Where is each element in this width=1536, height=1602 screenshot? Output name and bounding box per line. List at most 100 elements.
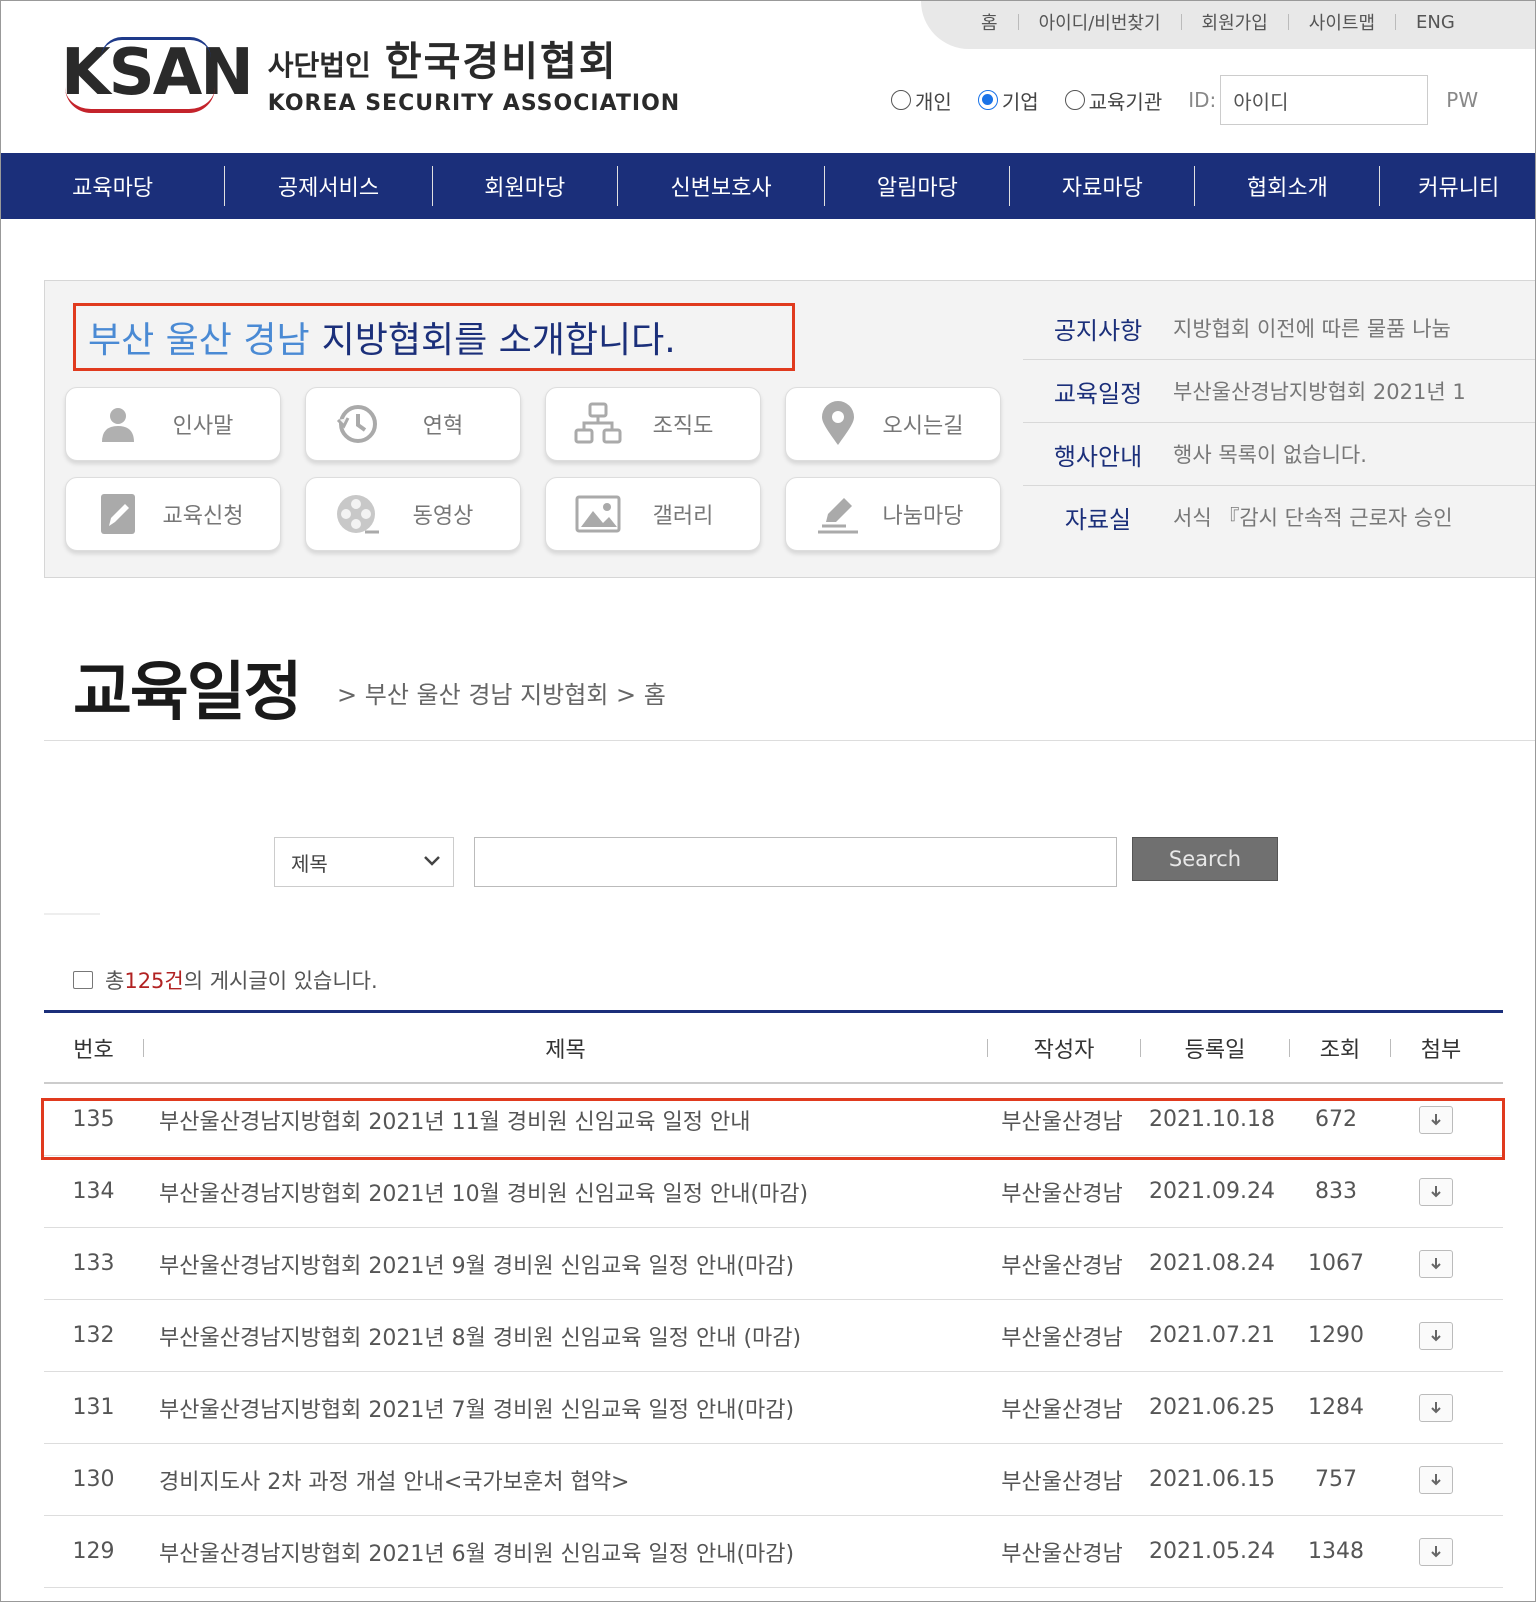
table-row[interactable]: 131 부산울산경남지방협회 2021년 7월 경비원 신임교육 일정 안내(마… — [44, 1372, 1503, 1444]
member-type-company[interactable]: 기업 — [977, 86, 1039, 115]
news-category: 공지사항 — [1053, 316, 1143, 345]
row-title-link[interactable]: 부산울산경남지방협회 2021년 7월 경비원 신임교육 일정 안내(마감) — [143, 1392, 986, 1424]
person-icon — [94, 400, 142, 448]
quick-button-label: 조직도 — [652, 414, 714, 439]
news-item[interactable]: 교육일정 부산울산경남지방협회 2021년 1 — [1023, 360, 1535, 423]
row-title-link[interactable]: 경비지도사 2차 과정 개설 안내<국가보훈처 협약> — [143, 1464, 986, 1496]
row-date: 2021.07.21 — [1149, 1323, 1275, 1348]
radio-checked-icon — [977, 90, 998, 110]
download-icon[interactable] — [1419, 1537, 1453, 1566]
quick-button-gallery[interactable]: 갤러리 — [545, 477, 761, 551]
download-icon[interactable] — [1419, 1465, 1453, 1494]
table-row[interactable]: 133 부산울산경남지방협회 2021년 9월 경비원 신임교육 일정 안내(마… — [44, 1228, 1503, 1300]
quick-button-label: 오시는길 — [882, 414, 964, 439]
quick-button-history[interactable]: 연혁 — [305, 387, 521, 461]
member-type-personal[interactable]: 개인 — [891, 86, 952, 115]
intro-title-region: 부산 울산 경남 — [88, 320, 310, 361]
news-item[interactable]: 공지사항 지방협회 이전에 따른 물품 나눔 — [1023, 297, 1535, 360]
row-number: 134 — [72, 1179, 115, 1204]
table-body: 135 부산울산경남지방협회 2021년 11월 경비원 신임교육 일정 안내 … — [44, 1084, 1503, 1588]
edit-form-icon — [94, 490, 142, 538]
search-button[interactable]: Search — [1132, 837, 1278, 881]
row-attachment — [1386, 1321, 1486, 1350]
row-views: 1067 — [1308, 1251, 1364, 1276]
download-icon[interactable] — [1419, 1249, 1453, 1278]
row-attachment — [1386, 1249, 1486, 1278]
table-row[interactable]: 132 부산울산경남지방협회 2021년 8월 경비원 신임교육 일정 안내 (… — [44, 1300, 1503, 1372]
util-link-find-account[interactable]: 아이디/비번찾기 — [1019, 9, 1181, 35]
utility-links: 홈 아이디/비번찾기 회원가입 사이트맵 ENG — [961, 9, 1475, 35]
util-link-sitemap[interactable]: 사이트맵 — [1289, 9, 1395, 35]
nav-item-mutual-aid[interactable]: 공제서비스 — [225, 170, 432, 202]
row-number: 130 — [72, 1467, 115, 1492]
quick-button-directions[interactable]: 오시는길 — [785, 387, 1001, 461]
logo-org-type: 사단법인 — [267, 49, 371, 82]
row-title-link[interactable]: 부산울산경남지방협회 2021년 9월 경비원 신임교육 일정 안내(마감) — [143, 1248, 986, 1280]
table-row[interactable]: 134 부산울산경남지방협회 2021년 10월 경비원 신임교육 일정 안내(… — [44, 1156, 1503, 1228]
count-suffix: 의 게시글이 있습니다. — [183, 969, 378, 993]
radio-icon — [891, 90, 911, 110]
quick-button-greeting[interactable]: 인사말 — [65, 387, 281, 461]
row-views: 672 — [1315, 1107, 1357, 1132]
download-icon[interactable] — [1419, 1105, 1453, 1134]
main-nav: 교육마당 공제서비스 회원마당 신변보호사 알림마당 자료마당 협회소개 커뮤니… — [1, 153, 1535, 219]
nav-item-notices[interactable]: 알림마당 — [825, 170, 1009, 202]
news-category: 행사안내 — [1053, 442, 1143, 471]
search-input[interactable] — [474, 837, 1117, 887]
radio-label: 교육기관 — [1088, 89, 1163, 114]
board-table: 번호 제목 작성자 등록일 조회 첨부 135 부산울산경남지방협회 2021년… — [44, 1010, 1503, 1588]
row-author: 부산울산경남 — [1001, 1469, 1123, 1495]
quick-button-sharing[interactable]: 나눔마당 — [785, 477, 1001, 551]
org-chart-icon — [574, 400, 622, 448]
download-icon[interactable] — [1419, 1393, 1453, 1422]
row-date: 2021.06.25 — [1149, 1395, 1275, 1420]
divider — [44, 740, 1535, 741]
download-icon[interactable] — [1419, 1177, 1453, 1206]
news-text: 서식 『감시 단속적 근로자 승인 — [1173, 506, 1453, 530]
member-type-institution[interactable]: 교육기관 — [1064, 86, 1163, 115]
row-author: 부산울산경남 — [1001, 1109, 1123, 1135]
quick-button-org-chart[interactable]: 조직도 — [545, 387, 761, 461]
row-author: 부산울산경남 — [1001, 1181, 1123, 1207]
nav-item-community[interactable]: 커뮤니티 — [1380, 170, 1535, 202]
news-item[interactable]: 자료실 서식 『감시 단속적 근로자 승인 — [1023, 486, 1535, 548]
news-item[interactable]: 행사안내 행사 목록이 없습니다. — [1023, 423, 1535, 486]
util-link-signup[interactable]: 회원가입 — [1182, 9, 1288, 35]
row-views: 757 — [1315, 1467, 1357, 1492]
row-number: 129 — [72, 1539, 115, 1564]
nav-item-members[interactable]: 회원마당 — [433, 170, 617, 202]
nav-item-education[interactable]: 교육마당 — [1, 170, 224, 202]
site-logo[interactable]: KSAN 사단법인 한국경비협회 KOREA SECURITY ASSOCIAT… — [61, 29, 680, 116]
nav-item-bodyguard[interactable]: 신변보호사 — [618, 170, 825, 202]
id-input[interactable]: 아이디 — [1220, 75, 1429, 125]
row-number: 133 — [72, 1251, 115, 1276]
row-number: 135 — [72, 1107, 115, 1132]
download-icon[interactable] — [1419, 1321, 1453, 1350]
row-title-link[interactable]: 부산울산경남지방협회 2021년 11월 경비원 신임교육 일정 안내 — [143, 1104, 986, 1136]
logo-org-name: 한국경비협회 — [384, 39, 618, 85]
row-title-link[interactable]: 부산울산경남지방협회 2021년 10월 경비원 신임교육 일정 안내(마감) — [143, 1176, 986, 1208]
row-date: 2021.05.24 — [1149, 1539, 1275, 1564]
quick-button-label: 동영상 — [412, 504, 474, 529]
row-date: 2021.06.15 — [1149, 1467, 1275, 1492]
util-link-home[interactable]: 홈 — [961, 9, 1018, 35]
table-row[interactable]: 129 부산울산경남지방협회 2021년 6월 경비원 신임교육 일정 안내(마… — [44, 1516, 1503, 1588]
row-number: 131 — [72, 1395, 115, 1420]
table-row[interactable]: 135 부산울산경남지방협회 2021년 11월 경비원 신임교육 일정 안내 … — [44, 1084, 1503, 1156]
logo-swoosh-red — [65, 87, 215, 113]
util-link-english[interactable]: ENG — [1396, 12, 1475, 33]
search-field-select[interactable]: 제목 — [274, 837, 454, 887]
quick-button-label: 나눔마당 — [882, 504, 964, 529]
column-header-author: 작성자 — [1033, 1037, 1095, 1063]
quick-button-apply-education[interactable]: 교육신청 — [65, 477, 281, 551]
logo-mark: KSAN — [61, 36, 254, 113]
nav-item-about[interactable]: 협회소개 — [1195, 170, 1379, 202]
row-title-link[interactable]: 부산울산경남지방협회 2021년 8월 경비원 신임교육 일정 안내 (마감) — [143, 1320, 986, 1352]
row-title-link[interactable]: 부산울산경남지방협회 2021년 6월 경비원 신임교육 일정 안내(마감) — [143, 1536, 986, 1568]
table-row[interactable]: 130 경비지도사 2차 과정 개설 안내<국가보훈처 협약> 부산울산경남 2… — [44, 1444, 1503, 1516]
page-title: 교육일정 — [73, 656, 303, 730]
count-number: 125건 — [124, 969, 184, 993]
nav-item-resources[interactable]: 자료마당 — [1010, 170, 1194, 202]
pen-icon — [814, 490, 862, 538]
quick-button-videos[interactable]: 동영상 — [305, 477, 521, 551]
